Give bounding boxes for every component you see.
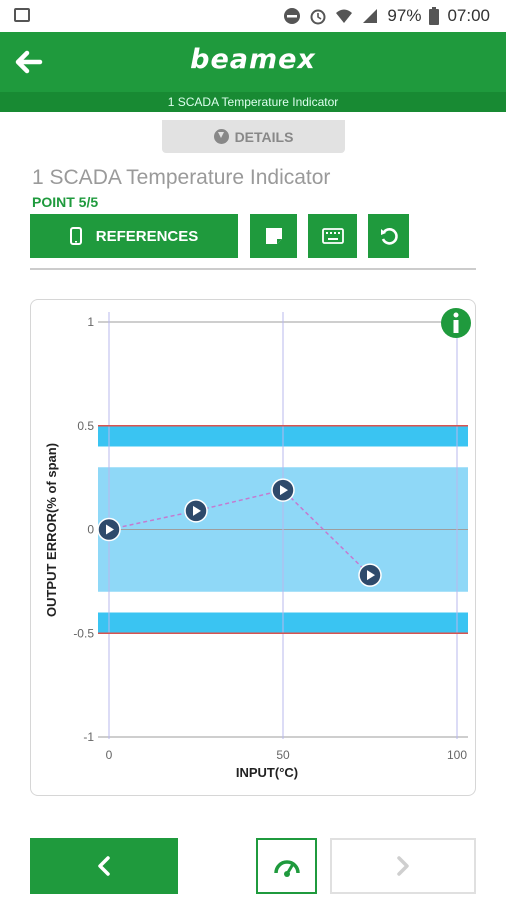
info-icon[interactable] <box>441 308 471 338</box>
gauge-icon <box>273 860 300 877</box>
reset-button[interactable] <box>368 214 409 258</box>
y-tick-label: 1 <box>87 315 94 329</box>
chevron-down-circle-icon <box>213 129 229 144</box>
status-icons: 97% 07:00 <box>283 5 490 27</box>
y-tick-label: -1 <box>83 730 94 744</box>
data-point <box>184 499 208 523</box>
image-notification-icon <box>14 8 30 22</box>
gauge-button[interactable] <box>256 838 317 894</box>
signal-icon <box>363 9 378 23</box>
note-icon <box>265 228 282 244</box>
references-button[interactable]: REFERENCES <box>30 214 238 258</box>
alarm-icon <box>310 9 326 25</box>
keyboard-icon <box>321 228 344 244</box>
y-tick-label: -0.5 <box>73 626 94 640</box>
previous-point-button[interactable] <box>30 838 178 894</box>
status-bar: 97% 07:00 <box>0 0 506 32</box>
x-tick-label: 50 <box>276 748 290 762</box>
y-tick-label: 0 <box>87 523 94 537</box>
note-button[interactable] <box>250 214 297 258</box>
x-tick-label: 100 <box>447 748 467 762</box>
battery-icon <box>429 7 440 25</box>
refresh-icon <box>380 228 398 245</box>
divider <box>30 268 476 270</box>
data-point <box>97 517 121 542</box>
x-axis-label: INPUT(°C) <box>236 765 298 780</box>
details-label: DETAILS <box>234 128 294 145</box>
instrument-title: 1 SCADA Temperature Indicator <box>32 166 331 189</box>
do-not-disturb-icon <box>284 8 301 24</box>
next-point-button <box>330 838 476 894</box>
chevron-left-icon <box>98 856 110 876</box>
header-subtitle: 1 SCADA Temperature Indicator <box>0 92 506 112</box>
details-toggle[interactable]: DETAILS <box>162 120 345 153</box>
clock: 07:00 <box>447 6 490 25</box>
brand-logo: beamex <box>190 44 316 75</box>
data-point <box>358 563 382 587</box>
battery-percent: 97% <box>387 6 422 25</box>
data-point <box>271 478 295 502</box>
references-label: REFERENCES <box>95 227 199 245</box>
y-axis-label: OUTPUT ERROR(% of span) <box>44 443 59 617</box>
y-tick-label: 0.5 <box>77 419 94 433</box>
phone-icon <box>69 227 82 245</box>
app-bar: beamex <box>0 32 506 92</box>
keyboard-button[interactable] <box>308 214 357 258</box>
wifi-icon <box>336 9 353 23</box>
error-chart-card: 1 0.5 0 -0.5 -1 0 50 100 INPUT(°C) OUTPUT ERROR… <box>30 299 476 796</box>
point-indicator: POINT 5/5 <box>32 194 99 210</box>
chevron-right-icon <box>397 856 409 876</box>
error-chart: 1 0.5 0 -0.5 -1 0 50 100 INPUT(°C) OUTPUT ERROR… <box>44 308 471 780</box>
x-tick-label: 0 <box>106 748 113 762</box>
